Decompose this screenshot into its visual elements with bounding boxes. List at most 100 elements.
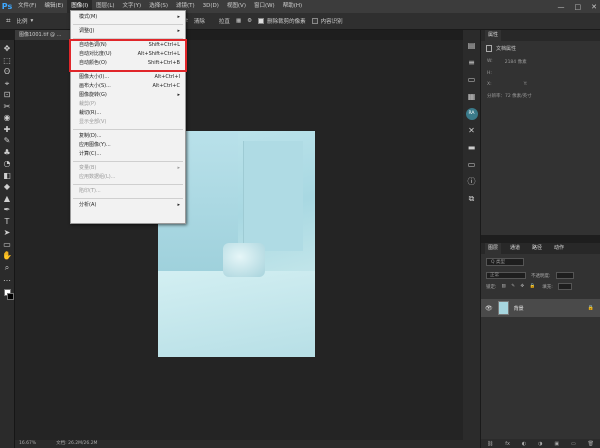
tool-icon[interactable]: ⌕: [2, 262, 13, 273]
panel-shortcut-icon[interactable]: ▤: [466, 40, 478, 52]
layer-row-background[interactable]: 👁 背景 🔒: [481, 299, 600, 317]
tool-icon[interactable]: ◧: [2, 170, 13, 181]
menu-item[interactable]: 帮助(H): [279, 0, 306, 13]
blend-mode-select[interactable]: 正常: [486, 272, 526, 279]
menu-item-label: 裁剪(P): [79, 101, 96, 107]
tool-icon[interactable]: ✒: [2, 204, 13, 215]
layer-footer-icon[interactable]: ◑: [538, 441, 542, 447]
panel-shortcut-icon[interactable]: ⓘ: [466, 176, 478, 188]
dropdown-menu-item[interactable]: 计算(C)...: [71, 150, 185, 159]
dropdown-menu-item[interactable]: 画布大小(S)... Alt+Ctrl+C: [71, 82, 185, 91]
tool-icon[interactable]: ✎: [2, 135, 13, 146]
height-row: H:: [481, 68, 600, 79]
menu-separator: [73, 198, 183, 199]
dropdown-menu-item[interactable]: 复制(D)...: [71, 132, 185, 141]
menu-item-label: 计算(C)...: [79, 151, 102, 157]
h-label: H:: [487, 71, 492, 76]
panel-shortcut-icon[interactable]: RA: [465, 108, 478, 120]
panel-shortcut-icon[interactable]: ⧉: [466, 193, 478, 205]
layers-tab[interactable]: 动作: [551, 243, 567, 254]
tool-icon[interactable]: ʘ: [2, 66, 13, 77]
layers-tab[interactable]: 通道: [507, 243, 523, 254]
properties-panel: 属性 文档属性 W: 2184 像素 H: X: Y: 分辨率：72 像素/英寸: [481, 30, 600, 235]
dropdown-menu-item[interactable]: 调整(J) ▸: [71, 27, 185, 36]
panel-shortcut-icon[interactable]: ▭: [466, 159, 478, 171]
eye-icon[interactable]: 👁: [485, 305, 493, 312]
layers-tab[interactable]: 路径: [529, 243, 545, 254]
grid-overlay-icon[interactable]: ▦: [236, 18, 241, 24]
dropdown-menu-item[interactable]: 图像大小(I)... Alt+Ctrl+I: [71, 73, 185, 82]
tool-icon[interactable]: ▲: [2, 193, 13, 204]
dropdown-menu-item[interactable]: 图像旋转(G) ▸: [71, 91, 185, 100]
straighten-button[interactable]: 拉直: [219, 17, 230, 25]
panel-shortcut-icon[interactable]: ✕: [466, 125, 478, 137]
menu-item[interactable]: 3D(D): [199, 0, 223, 13]
crop-settings-icon[interactable]: ⚙: [247, 18, 252, 24]
layer-footer-icon[interactable]: fx: [505, 441, 510, 447]
menu-item-label: 显示全部(V): [79, 119, 107, 125]
panel-shortcut-icon[interactable]: ≡: [466, 57, 478, 69]
submenu-arrow-icon: ▸: [177, 202, 180, 208]
menu-item-shortcut: Alt+Ctrl+I: [154, 74, 180, 80]
dropdown-menu-item[interactable]: 分析(A) ▸: [71, 201, 185, 210]
background-color-swatch[interactable]: [6, 292, 14, 300]
menu-item-label: 图像大小(I)...: [79, 74, 110, 80]
delete-cropped-checkbox[interactable]: [258, 18, 265, 24]
layer-thumbnail: [497, 301, 509, 315]
menu-item-label: 模式(M): [79, 14, 98, 20]
ratio-select[interactable]: 比例 ▾: [17, 17, 34, 25]
layer-footer-icon[interactable]: ⛓: [487, 441, 493, 447]
layer-footer-icon[interactable]: ▭: [571, 441, 576, 447]
menu-item-label: 变量(B): [79, 165, 97, 171]
layers-panel: 图层 通道 路径 动作 Q 类型 正常 不透明度: 锁定: ▨ ✎ ✥ 🔒 填充: 👁…: [481, 243, 600, 448]
lock-icon: 🔒: [587, 305, 594, 311]
dropdown-menu-item: 裁剪(P): [71, 100, 185, 109]
tool-icon[interactable]: ⬚: [2, 55, 13, 66]
tool-icon[interactable]: ✂: [2, 101, 13, 112]
panel-shortcut-icon[interactable]: ▭: [466, 74, 478, 86]
dropdown-menu-item[interactable]: 模式(M) ▸: [71, 13, 185, 22]
tool-icon[interactable]: ▭: [2, 239, 13, 250]
opacity-input[interactable]: [555, 272, 574, 279]
tool-icon[interactable]: ◆: [2, 181, 13, 192]
panel-shortcut-icon[interactable]: ▦: [466, 91, 478, 103]
layers-tab[interactable]: 图层: [485, 243, 502, 254]
menu-item[interactable]: 编辑(E): [40, 0, 67, 13]
content-aware-option[interactable]: 内容识别: [311, 17, 343, 25]
dropdown-menu-item[interactable]: 应用图像(Y)...: [71, 141, 185, 150]
dropdown-menu-item[interactable]: 裁切(R)...: [71, 109, 185, 118]
tool-icon[interactable]: ◔: [2, 158, 13, 169]
layer-footer-icon[interactable]: ▣: [554, 441, 559, 447]
tool-icon[interactable]: ✚: [2, 124, 13, 135]
layer-kind-filter[interactable]: Q 类型: [486, 258, 524, 266]
menu-item[interactable]: 窗口(W): [250, 0, 279, 13]
lock-icons[interactable]: ▨ ✎ ✥ 🔒: [502, 284, 538, 289]
document-properties-label: 文档属性: [496, 46, 517, 52]
zoom-level[interactable]: 16.67%: [19, 440, 36, 448]
tool-icon[interactable]: ⊡: [2, 89, 13, 100]
menu-item[interactable]: 文件(F): [14, 0, 40, 13]
minimize-button[interactable]: —: [558, 3, 565, 11]
content-aware-checkbox[interactable]: [311, 18, 318, 24]
tool-icon[interactable]: ✥: [2, 43, 13, 54]
tool-icon[interactable]: ➤: [2, 227, 13, 238]
menu-item[interactable]: 视图(V): [223, 0, 250, 13]
delete-cropped-pixels-option[interactable]: 删除裁剪的像素: [258, 17, 306, 25]
panel-shortcut-icon[interactable]: ▬: [466, 142, 478, 154]
close-button[interactable]: ✕: [591, 3, 597, 11]
layer-footer-icon[interactable]: 🗑: [588, 441, 594, 447]
fill-input[interactable]: [557, 283, 572, 290]
tool-icon[interactable]: …: [2, 273, 13, 284]
tool-icon[interactable]: ♣: [2, 147, 13, 158]
tools-panel: ✥ ⬚ ʘ ⌖ ⊡ ✂ ◉ ✚ ✎ ♣ ◔ ◧ ◆ ▲ ✒ T ➤ ▭ ✋ ⌕…: [0, 40, 15, 448]
clear-button[interactable]: 清除: [194, 17, 205, 25]
tool-icon[interactable]: T: [2, 216, 13, 227]
tool-icon[interactable]: ✋: [2, 250, 13, 261]
highlight-box: [69, 39, 187, 72]
maximize-button[interactable]: □: [575, 3, 582, 11]
tool-icon[interactable]: ◉: [2, 112, 13, 123]
tool-icon[interactable]: ⌖: [2, 78, 13, 89]
crop-tool-icon[interactable]: ⌗: [6, 16, 11, 26]
tab-properties[interactable]: 属性: [485, 30, 502, 41]
layer-footer-icon[interactable]: ◐: [522, 441, 526, 447]
